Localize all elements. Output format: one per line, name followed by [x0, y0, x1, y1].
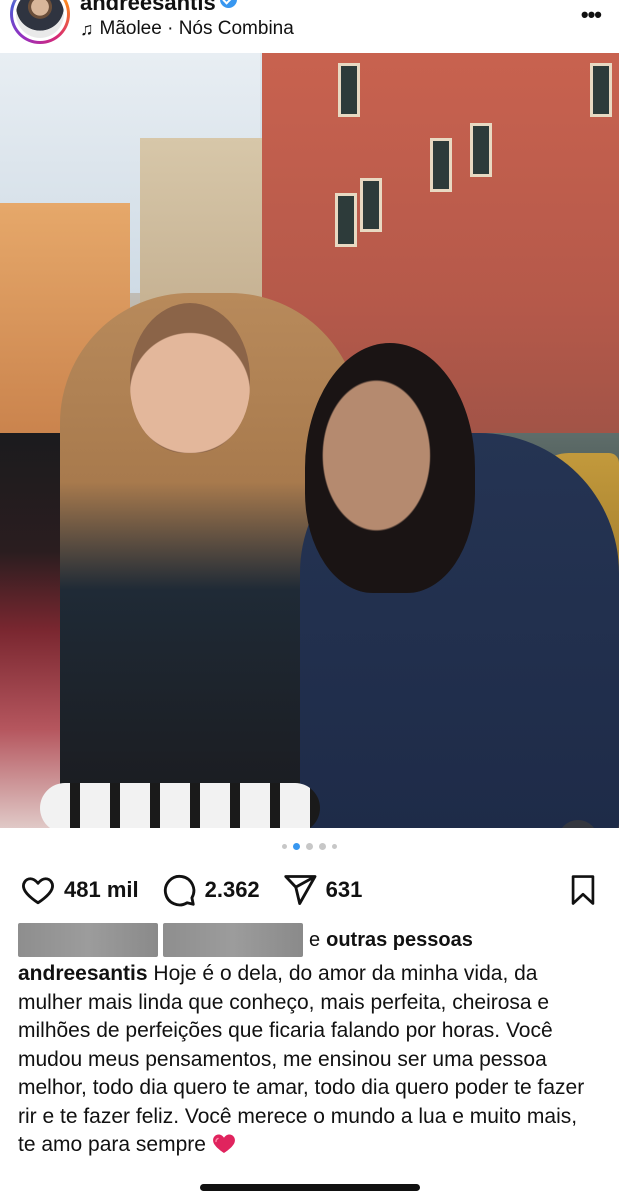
username-text[interactable]: andreesantis: [80, 0, 216, 15]
window: [430, 138, 452, 192]
music-note-icon: ♫: [80, 18, 94, 39]
patterned-cushion: [40, 783, 320, 828]
more-horizontal-icon: •••: [580, 2, 602, 27]
like-count[interactable]: 481 mil: [64, 877, 139, 903]
verified-badge-icon: [219, 0, 237, 8]
liked-by-row[interactable]: e outras pessoas: [18, 923, 473, 957]
caption-username[interactable]: andreesantis: [18, 962, 148, 985]
window: [338, 63, 360, 117]
heart-icon: [22, 877, 54, 905]
home-indicator[interactable]: [200, 1184, 420, 1191]
post-image[interactable]: [0, 53, 619, 828]
liked-by-others[interactable]: outras pessoas: [326, 929, 473, 952]
carousel-dot: [332, 844, 337, 849]
window: [590, 63, 612, 117]
comment-count[interactable]: 2.362: [205, 877, 260, 903]
carousel-dot: [282, 844, 287, 849]
post-caption: andreesantis Hoje é o dela, do amor da m…: [18, 960, 598, 1160]
person-woman-head: [305, 343, 475, 593]
send-icon: [283, 875, 317, 905]
carousel-dot-active: [293, 843, 300, 850]
share-count[interactable]: 631: [326, 877, 363, 903]
action-bar: 481 mil 2.362 631: [20, 868, 600, 912]
music-label[interactable]: Mãolee · Nós Combina: [100, 18, 294, 40]
more-options-button[interactable]: •••: [580, 2, 602, 28]
redacted-username: [163, 923, 303, 957]
comment-icon: [163, 874, 195, 907]
window: [360, 178, 382, 232]
music-link[interactable]: ♫ Mãolee · Nós Combina: [80, 18, 294, 40]
window: [470, 123, 492, 177]
liked-by-connector: e: [309, 928, 321, 951]
carousel-indicator: [0, 843, 619, 850]
share-button[interactable]: 631: [282, 872, 363, 908]
like-button[interactable]: 481 mil: [20, 872, 139, 908]
save-button[interactable]: [566, 872, 600, 913]
carousel-dot: [306, 843, 313, 850]
post-username[interactable]: andreesantis: [80, 0, 237, 16]
redacted-username: [18, 923, 158, 957]
window: [335, 193, 357, 247]
post-header: andreesantis ♫ Mãolee · Nós Combina •••: [0, 0, 619, 52]
person-man-head: [130, 303, 250, 453]
bookmark-icon: [571, 875, 595, 905]
caption-text: Hoje é o dela, do amor da minha vida, da…: [18, 962, 585, 1156]
avatar-photo: [16, 0, 64, 38]
avatar[interactable]: [10, 0, 70, 44]
avatar-ring-inner: [13, 0, 67, 41]
carousel-dot: [319, 843, 326, 850]
comment-button[interactable]: 2.362: [161, 872, 260, 908]
red-heart-emoji-icon: [212, 1134, 235, 1153]
